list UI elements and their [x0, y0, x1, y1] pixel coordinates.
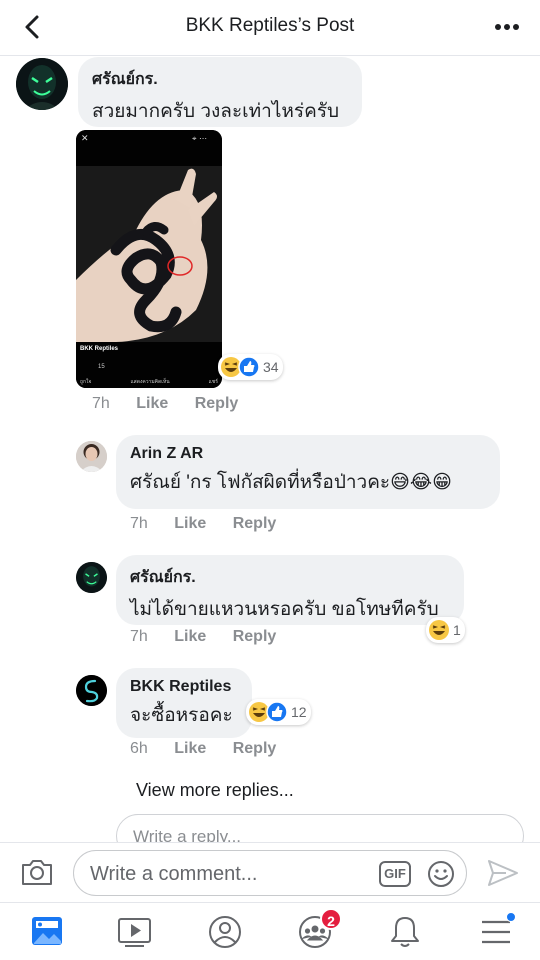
top-bar: BKK Reptiles’s Post — [0, 0, 540, 56]
reaction-summary[interactable]: 34 — [218, 354, 283, 380]
comment-time: 7h — [130, 628, 148, 645]
avatar[interactable] — [76, 562, 107, 593]
comment-author[interactable]: BKK Reptiles — [130, 678, 238, 696]
svg-text:⌖ ⋯: ⌖ ⋯ — [192, 134, 207, 143]
avatar-mask-icon — [16, 58, 68, 110]
comment-meta: 6h Like Reply — [130, 740, 298, 758]
comment-meta: 7h Like Reply — [92, 395, 260, 413]
like-button[interactable]: Like — [174, 515, 206, 532]
reaction-summary[interactable]: 12 — [246, 699, 311, 725]
bottom-tab-bar — [0, 902, 540, 960]
camera-icon[interactable] — [20, 857, 54, 887]
emoji-icon[interactable] — [426, 859, 456, 889]
reply-button[interactable]: Reply — [233, 628, 277, 645]
avatar[interactable] — [76, 441, 107, 472]
watch-video-icon[interactable] — [115, 913, 155, 951]
like-button[interactable]: Like — [174, 628, 206, 645]
comment-meta: 7h Like Reply — [130, 628, 298, 646]
notifications-bell-icon[interactable] — [385, 913, 425, 951]
view-more-replies-link[interactable]: View more replies... — [136, 780, 294, 801]
attachment-reaction-count: 15 — [98, 364, 105, 370]
comment-text: สวยมากครับ วงละเท่าไหร่ครับ — [92, 101, 340, 122]
attachment-share-action: แชร์ — [208, 379, 218, 385]
comment-image[interactable]: ✕ ⌖ ⋯ BKK Reptiles 15 ถูกใจ แสดงความคิดเ… — [76, 130, 222, 388]
menu-notification-dot — [506, 912, 516, 922]
reaction-count: 34 — [263, 359, 279, 375]
comment-author[interactable]: Arin Z AR — [130, 445, 486, 463]
snake-logo-icon — [76, 675, 107, 706]
like-emoji-icon — [266, 701, 288, 723]
comment-time: 7h — [92, 395, 110, 412]
attachment-comment-action: แสดงความคิดเห็น — [130, 379, 170, 385]
avatar[interactable] — [76, 675, 107, 706]
comment-text: ไม่ได้ขายแหวนหรอครับ ขอโทษทีครับ — [130, 599, 439, 620]
reply-button[interactable]: Reply — [233, 740, 277, 757]
reply-bubble[interactable]: ศรัณย์กร. ไม่ได้ขายแหวนหรอครับ ขอโทษทีคร… — [116, 555, 464, 625]
reaction-count: 1 — [453, 622, 461, 638]
reaction-summary[interactable]: 1 — [426, 617, 465, 643]
comment-time: 6h — [130, 740, 148, 757]
avatar-mask-icon — [76, 562, 107, 593]
attachment-like-action: ถูกใจ — [80, 379, 92, 385]
reply-button[interactable]: Reply — [195, 395, 239, 412]
comment-author[interactable]: ศรัณย์กร. — [130, 565, 450, 590]
comment-meta: 7h Like Reply — [130, 515, 298, 533]
comment-text: ศรัณย์ 'กร โฟกัสผิดที่หรือป่าวคะ😅😂😁 — [130, 472, 452, 493]
reply-bubble[interactable]: Arin Z AR ศรัณย์ 'กร โฟกัสผิดที่หรือป่าว… — [116, 435, 500, 509]
like-emoji-icon — [238, 356, 260, 378]
svg-text:✕: ✕ — [81, 134, 89, 144]
reply-button[interactable]: Reply — [233, 515, 277, 532]
avatar[interactable] — [16, 58, 68, 110]
comment-input[interactable]: Write a comment... GIF — [73, 850, 467, 896]
comment-text: จะซื้อหรอคะ — [130, 705, 233, 726]
comment-bubble[interactable]: ศรัณย์กร. สวยมากครับ วงละเท่าไหร่ครับ — [78, 57, 362, 127]
reply-bubble[interactable]: BKK Reptiles จะซื้อหรอคะ — [116, 668, 252, 738]
comment-author[interactable]: ศรัณย์กร. — [92, 67, 348, 92]
attachment-page-name: BKK Reptiles — [80, 346, 119, 352]
haha-emoji-icon — [429, 620, 449, 640]
comment-time: 7h — [130, 515, 148, 532]
gif-label: GIF — [384, 866, 406, 881]
like-button[interactable]: Like — [136, 395, 168, 412]
profile-icon[interactable] — [205, 913, 245, 951]
avatar-person-icon — [76, 441, 107, 472]
notifications-badge: 2 — [320, 908, 342, 930]
gif-button[interactable]: GIF — [379, 861, 411, 887]
news-feed-icon[interactable] — [28, 913, 68, 951]
send-icon[interactable] — [486, 857, 520, 889]
page-title: BKK Reptiles’s Post — [185, 15, 355, 36]
reaction-count: 12 — [291, 704, 307, 720]
comment-input-placeholder: Write a comment... — [90, 863, 258, 885]
comment-composer: Write a comment... GIF — [0, 842, 540, 902]
like-button[interactable]: Like — [174, 740, 206, 757]
attachment-actions: ถูกใจ แสดงความคิดเห็น แชร์ — [80, 378, 218, 386]
more-options-icon[interactable] — [492, 14, 522, 40]
